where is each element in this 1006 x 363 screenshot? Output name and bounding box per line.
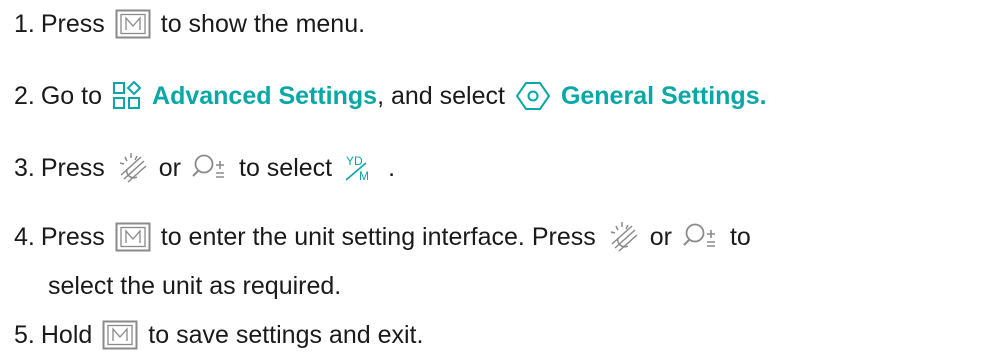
- unit-icon-bottom: M: [359, 169, 369, 183]
- step-text: Go to: [40, 82, 103, 110]
- step-text: Press: [40, 223, 105, 251]
- step-4: 4. Press to enter the unit setting inter…: [14, 219, 996, 255]
- step-3: 3. Press or to select YD M .: [14, 150, 996, 186]
- step-number: 3.: [14, 154, 35, 182]
- general-settings-label: General Settings.: [560, 82, 767, 110]
- m-button-icon: [115, 222, 151, 252]
- step-text: .: [388, 154, 396, 182]
- brightness-icon: [606, 220, 640, 254]
- step-text: Press: [40, 154, 105, 182]
- step-text: to show the menu.: [160, 10, 366, 38]
- step-number: 1.: [14, 10, 35, 38]
- instruction-steps: 1. Press to show the menu. 2. Go to Adva…: [0, 0, 1006, 363]
- step-text: to: [729, 223, 751, 251]
- step-2: 2. Go to Advanced Settings , and select …: [14, 78, 996, 114]
- step-text: or: [158, 154, 181, 182]
- unit-icon: YD M: [342, 153, 378, 183]
- step-text: or: [649, 223, 672, 251]
- step-text: to select: [239, 154, 333, 182]
- unit-icon-top: YD: [346, 154, 363, 168]
- step-5: 5. Hold to save settings and exit.: [14, 317, 996, 353]
- advanced-settings-icon: [112, 81, 142, 111]
- m-button-icon: [102, 320, 138, 350]
- step-text: to enter the unit setting interface. Pre…: [160, 223, 596, 251]
- zoom-icon: [191, 153, 229, 183]
- zoom-icon: [682, 222, 720, 252]
- step-4-continuation: select the unit as required.: [48, 272, 342, 300]
- step-text: to save settings and exit.: [148, 321, 424, 349]
- step-text: , and select: [377, 82, 505, 110]
- brightness-icon: [115, 151, 149, 185]
- m-button-icon: [115, 9, 151, 39]
- step-number: 4.: [14, 223, 35, 251]
- general-settings-icon: [515, 81, 551, 111]
- step-1: 1. Press to show the menu.: [14, 6, 996, 42]
- step-text: Press: [40, 10, 105, 38]
- step-number: 2.: [14, 82, 35, 110]
- advanced-settings-label: Advanced Settings: [152, 82, 378, 110]
- step-number: 5.: [14, 321, 35, 349]
- step-text: Hold: [40, 321, 93, 349]
